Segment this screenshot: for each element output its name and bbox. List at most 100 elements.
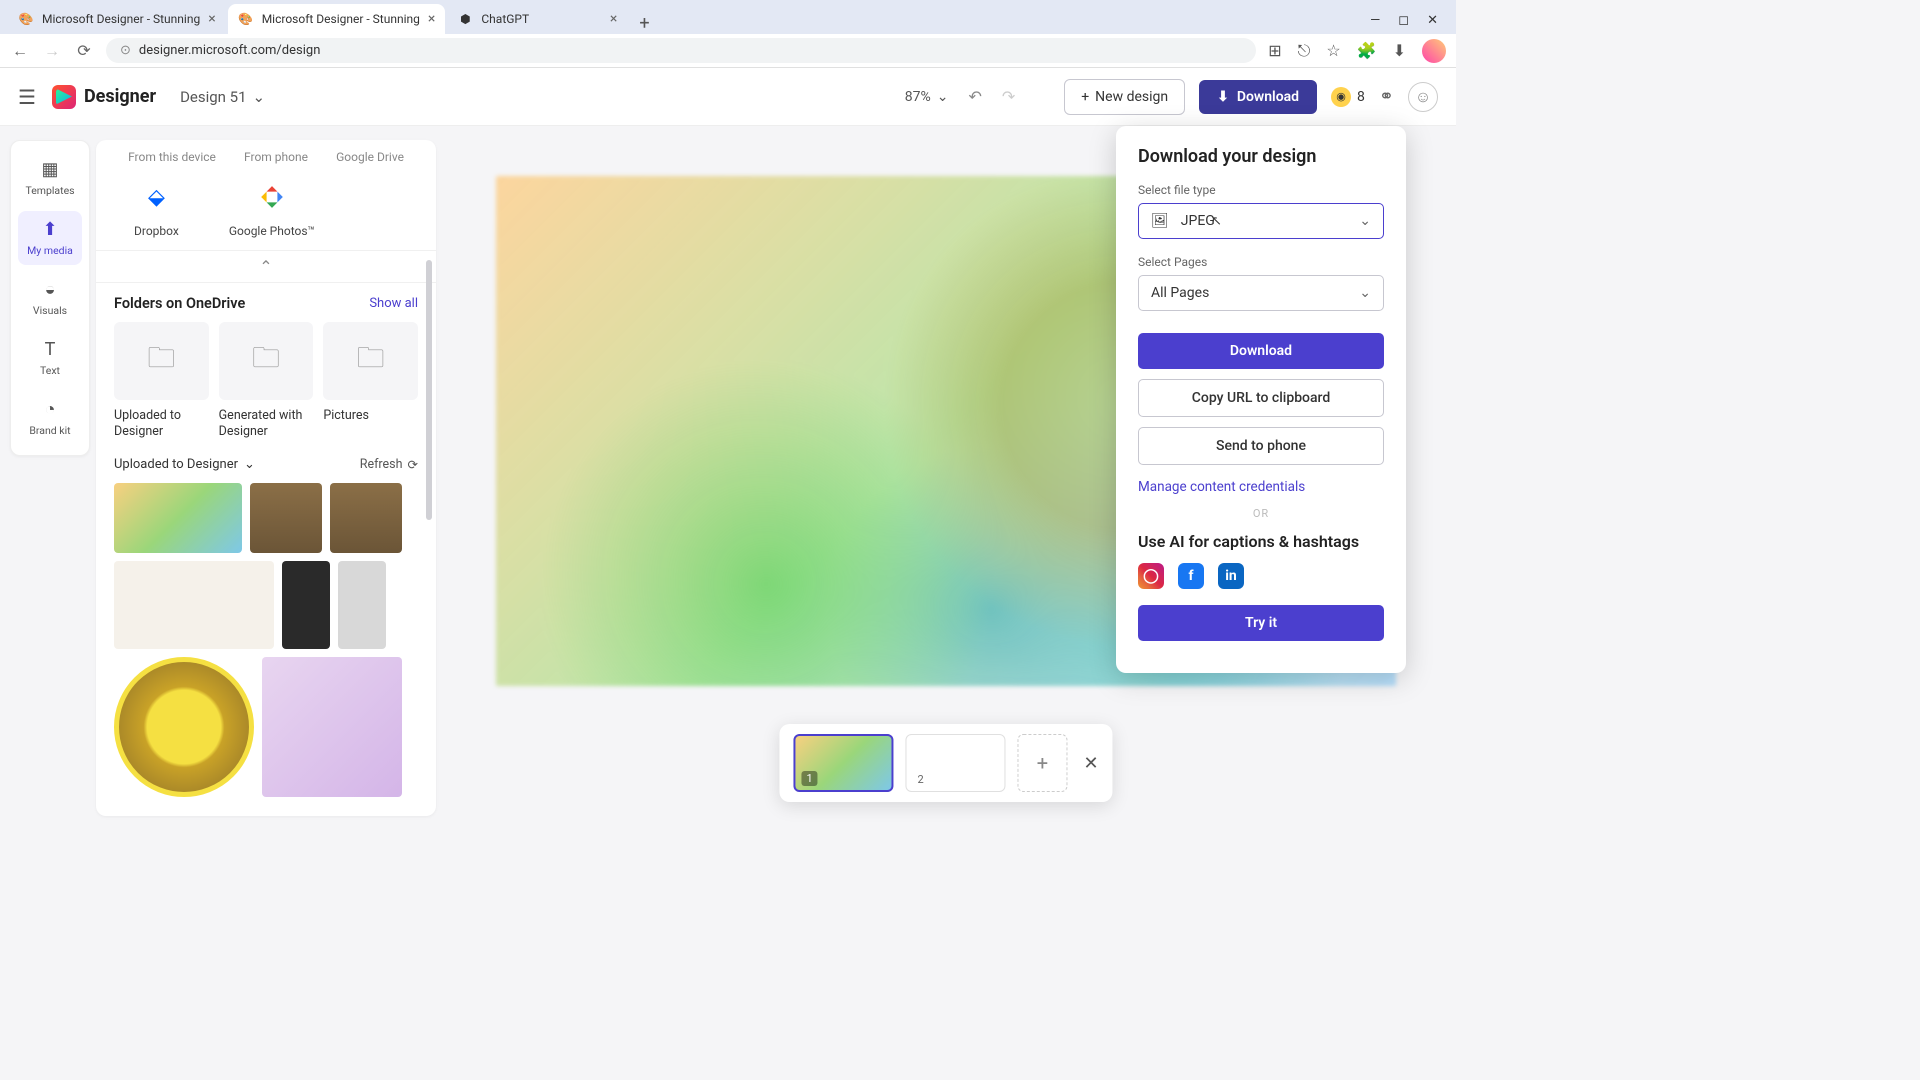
- close-strip-icon[interactable]: ✕: [1083, 753, 1098, 774]
- url-input[interactable]: ⊙ designer.microsoft.com/design: [106, 38, 1256, 63]
- media-panel: From this device From phone Google Drive…: [96, 140, 436, 816]
- bookmark-icon[interactable]: ☆: [1326, 41, 1340, 60]
- site-info-icon[interactable]: ⊙: [120, 43, 131, 58]
- file-type-select[interactable]: 🖼 JPEG ↖ ⌄: [1138, 203, 1384, 239]
- header-center: 87% ⌄ ↶ ↷: [905, 87, 1016, 106]
- back-icon[interactable]: ←: [10, 41, 30, 61]
- share-icon[interactable]: ⚭: [1379, 86, 1394, 107]
- pages-value: All Pages: [1151, 285, 1209, 301]
- dropbox-icon: ⬙: [139, 180, 173, 214]
- download-panel-title: Download your design: [1138, 146, 1384, 167]
- folder-label: Uploaded to Designer: [114, 408, 209, 441]
- rail-label: My media: [27, 244, 73, 257]
- download-button[interactable]: ⬇ Download: [1199, 80, 1317, 114]
- upload-tab-phone[interactable]: From phone: [244, 150, 308, 164]
- design-name-dropdown[interactable]: Design 51 ⌄: [180, 88, 265, 106]
- maximize-icon[interactable]: ◻: [1398, 13, 1409, 28]
- media-thumbnail[interactable]: [338, 561, 386, 649]
- zoom-dropdown[interactable]: 87% ⌄: [905, 89, 949, 105]
- brand-kit-icon: ◔: [45, 399, 56, 420]
- cloud-google-photos[interactable]: Google Photos™: [229, 180, 315, 238]
- minimize-icon[interactable]: —: [1370, 13, 1380, 28]
- cursor-icon: ↖: [1211, 214, 1222, 229]
- rail-text[interactable]: T Text: [18, 331, 82, 385]
- new-tab-button[interactable]: +: [629, 13, 659, 34]
- upload-tab-device[interactable]: From this device: [128, 150, 216, 164]
- cloud-dropbox[interactable]: ⬙ Dropbox: [134, 180, 179, 238]
- collapse-handle[interactable]: ⌃: [96, 250, 436, 283]
- redo-icon[interactable]: ↷: [1002, 87, 1015, 106]
- facebook-icon[interactable]: f: [1178, 563, 1204, 589]
- close-icon[interactable]: ×: [428, 11, 435, 27]
- translate-icon[interactable]: ⎋: [1298, 41, 1311, 61]
- media-thumbnail[interactable]: [250, 483, 322, 553]
- media-thumbnail[interactable]: [282, 561, 330, 649]
- profile-avatar[interactable]: [1422, 39, 1446, 63]
- canvas-area: Download your design Select file type 🖼 …: [436, 126, 1456, 816]
- install-app-icon[interactable]: ⊞: [1268, 41, 1281, 60]
- rail-templates[interactable]: ▦ Templates: [18, 151, 82, 205]
- chevron-down-icon: ⌄: [937, 89, 949, 105]
- add-page-button[interactable]: +: [1017, 734, 1067, 792]
- content-credentials-link[interactable]: Manage content credentials: [1138, 479, 1384, 495]
- plus-icon: +: [1037, 751, 1048, 775]
- designer-favicon: 🎨: [238, 11, 254, 27]
- pages-select[interactable]: All Pages ⌄: [1138, 275, 1384, 311]
- close-window-icon[interactable]: ✕: [1427, 13, 1438, 28]
- folder-generated[interactable]: 🗀: [219, 322, 314, 400]
- media-thumbnail[interactable]: [114, 561, 274, 649]
- upload-icon: ⬆: [42, 219, 57, 240]
- instagram-icon[interactable]: ◯: [1138, 563, 1164, 589]
- upload-tab-gdrive[interactable]: Google Drive: [336, 150, 404, 164]
- chevron-down-icon: ⌄: [253, 88, 266, 106]
- folder-icon: 🗀: [252, 337, 280, 385]
- browser-tab[interactable]: ⬢ ChatGPT ×: [447, 4, 627, 34]
- close-icon[interactable]: ×: [208, 11, 215, 27]
- refresh-button[interactable]: Refresh ⟳: [360, 457, 418, 473]
- design-name: Design 51: [180, 88, 246, 106]
- url-actions: ⊞ ⎋ ☆ 🧩 ⬇: [1268, 39, 1446, 63]
- visuals-icon: ◒: [45, 279, 56, 300]
- rail-brand-kit[interactable]: ◔ Brand kit: [18, 391, 82, 445]
- cloud-sources: ⬙ Dropbox Google Photos™: [114, 168, 418, 244]
- extensions-icon[interactable]: 🧩: [1357, 41, 1377, 60]
- media-thumbnail[interactable]: [330, 483, 402, 553]
- ai-captions-title: Use AI for captions & hashtags: [1138, 532, 1384, 551]
- menu-icon[interactable]: ☰: [18, 85, 36, 109]
- new-design-label: New design: [1095, 89, 1168, 105]
- downloads-icon[interactable]: ⬇: [1393, 41, 1406, 60]
- rail-my-media[interactable]: ⬆ My media: [18, 211, 82, 265]
- profile-button[interactable]: ☺: [1408, 82, 1438, 112]
- uploaded-dropdown[interactable]: Uploaded to Designer ⌄: [114, 457, 255, 472]
- credits-counter[interactable]: ◉ 8: [1331, 87, 1365, 107]
- templates-icon: ▦: [41, 159, 58, 180]
- try-it-button[interactable]: Try it: [1138, 605, 1384, 641]
- url-text: designer.microsoft.com/design: [139, 43, 320, 58]
- copy-url-button[interactable]: Copy URL to clipboard: [1138, 379, 1384, 417]
- linkedin-icon[interactable]: in: [1218, 563, 1244, 589]
- page-thumbnail-1[interactable]: 1: [793, 734, 893, 792]
- browser-tab[interactable]: 🎨 Microsoft Designer - Stunning ×: [8, 4, 226, 34]
- page-thumbnail-2[interactable]: 2: [905, 734, 1005, 792]
- undo-icon[interactable]: ↶: [968, 87, 981, 106]
- google-photos-icon: [255, 180, 289, 214]
- browser-tab-active[interactable]: 🎨 Microsoft Designer - Stunning ×: [228, 4, 446, 34]
- media-thumbnail[interactable]: [262, 657, 402, 797]
- folder-pictures[interactable]: 🗀: [323, 322, 418, 400]
- download-action-button[interactable]: Download: [1138, 333, 1384, 369]
- rail-visuals[interactable]: ◒ Visuals: [18, 271, 82, 325]
- scrollbar[interactable]: [426, 260, 432, 520]
- close-icon[interactable]: ×: [610, 11, 617, 27]
- send-to-phone-button[interactable]: Send to phone: [1138, 427, 1384, 465]
- media-thumbnail[interactable]: [114, 483, 242, 553]
- forward-icon[interactable]: →: [42, 41, 62, 61]
- show-all-link[interactable]: Show all: [369, 296, 418, 311]
- folder-icon: 🗀: [357, 337, 385, 385]
- folder-uploaded[interactable]: 🗀: [114, 322, 209, 400]
- reload-icon[interactable]: ⟳: [74, 41, 94, 60]
- media-thumbnail[interactable]: [114, 657, 254, 797]
- logo[interactable]: Designer: [52, 85, 156, 109]
- new-design-button[interactable]: + New design: [1064, 79, 1185, 115]
- window-controls: — ◻ ✕: [1370, 13, 1448, 34]
- app-header: ☰ Designer Design 51 ⌄ 87% ⌄ ↶ ↷ + New d…: [0, 68, 1456, 126]
